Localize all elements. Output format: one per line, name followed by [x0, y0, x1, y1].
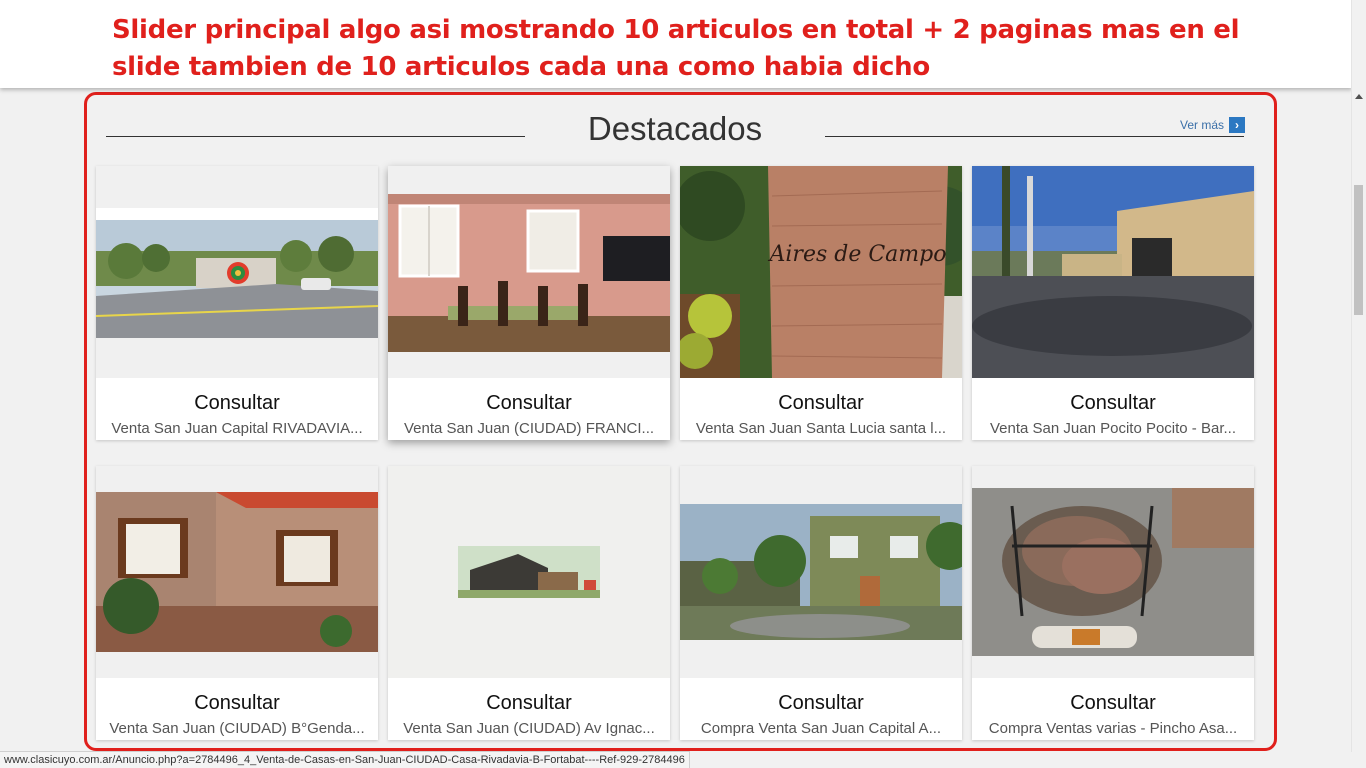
listing-title[interactable]: Venta San Juan (CIUDAD) FRANCI...	[400, 420, 658, 440]
listing-title[interactable]: Compra Ventas varias - Pincho Asa...	[984, 720, 1242, 740]
listing-price: Consultar	[486, 692, 572, 714]
listing-price: Consultar	[778, 692, 864, 714]
listing-card[interactable]: Aires de Campo Consultar Venta San Juan …	[680, 166, 962, 440]
listing-card[interactable]: Consultar Venta San Juan Capital RIVADAV…	[96, 166, 378, 440]
listing-image-gated-entrance	[972, 166, 1254, 378]
ver-mas-label: Ver más	[1180, 118, 1225, 132]
listing-price: Consultar	[486, 392, 572, 414]
annotation-banner: Slider principal algo asi mostrando 10 a…	[0, 0, 1352, 88]
listing-title[interactable]: Venta San Juan Capital RIVADAVIA...	[108, 420, 366, 440]
listing-title[interactable]: Venta San Juan (CIUDAD) B°Genda...	[108, 720, 366, 740]
listing-image-brick-house	[96, 466, 378, 678]
listing-price: Consultar	[778, 392, 864, 414]
listing-card[interactable]: Consultar Compra Ventas varias - Pincho …	[972, 466, 1254, 740]
listing-image-grill-skewer	[972, 466, 1254, 678]
listing-card[interactable]: Consultar Venta San Juan Pocito Pocito -…	[972, 166, 1254, 440]
sign-lettering: Aires de Campo	[768, 242, 947, 267]
annotation-text: Slider principal algo asi mostrando 10 a…	[112, 15, 1240, 82]
vertical-scrollbar[interactable]	[1351, 0, 1366, 752]
listing-price: Consultar	[194, 692, 280, 714]
listing-title[interactable]: Compra Venta San Juan Capital A...	[692, 720, 950, 740]
listing-card[interactable]: Consultar Venta San Juan (CIUDAD) B°Gend…	[96, 466, 378, 740]
ver-mas-link[interactable]: Ver más ›	[1180, 117, 1246, 133]
listing-card[interactable]: Consultar Venta San Juan (CIUDAD) FRANCI…	[388, 166, 670, 440]
listing-price: Consultar	[1070, 692, 1156, 714]
listing-image-dining-room	[388, 166, 670, 378]
listing-title[interactable]: Venta San Juan Pocito Pocito - Bar...	[984, 420, 1242, 440]
listing-image-street-corner	[96, 166, 378, 378]
status-bar-url: www.clasicuyo.com.ar/Anuncio.php?a=27844…	[0, 751, 690, 768]
section-title: Destacados	[587, 110, 763, 147]
listing-price: Consultar	[194, 392, 280, 414]
listing-price: Consultar	[1070, 392, 1156, 414]
title-divider-left	[106, 136, 525, 137]
listing-title[interactable]: Venta San Juan Santa Lucia santa l...	[692, 420, 950, 440]
listing-image-stone-sign: Aires de Campo	[680, 166, 962, 378]
listing-card[interactable]: Consultar Venta San Juan (CIUDAD) Av Ign…	[388, 466, 670, 740]
listing-title[interactable]: Venta San Juan (CIUDAD) Av Ignac...	[400, 720, 658, 740]
chevron-right-icon: ›	[1229, 117, 1246, 133]
title-divider-right	[825, 136, 1244, 137]
listing-card[interactable]: Consultar Compra Venta San Juan Capital …	[680, 466, 962, 740]
listing-image-duplex-render	[680, 466, 962, 678]
listing-image-house-render	[388, 466, 670, 678]
scroll-thumb[interactable]	[1354, 185, 1363, 315]
scroll-up-arrow-icon[interactable]	[1355, 94, 1363, 99]
